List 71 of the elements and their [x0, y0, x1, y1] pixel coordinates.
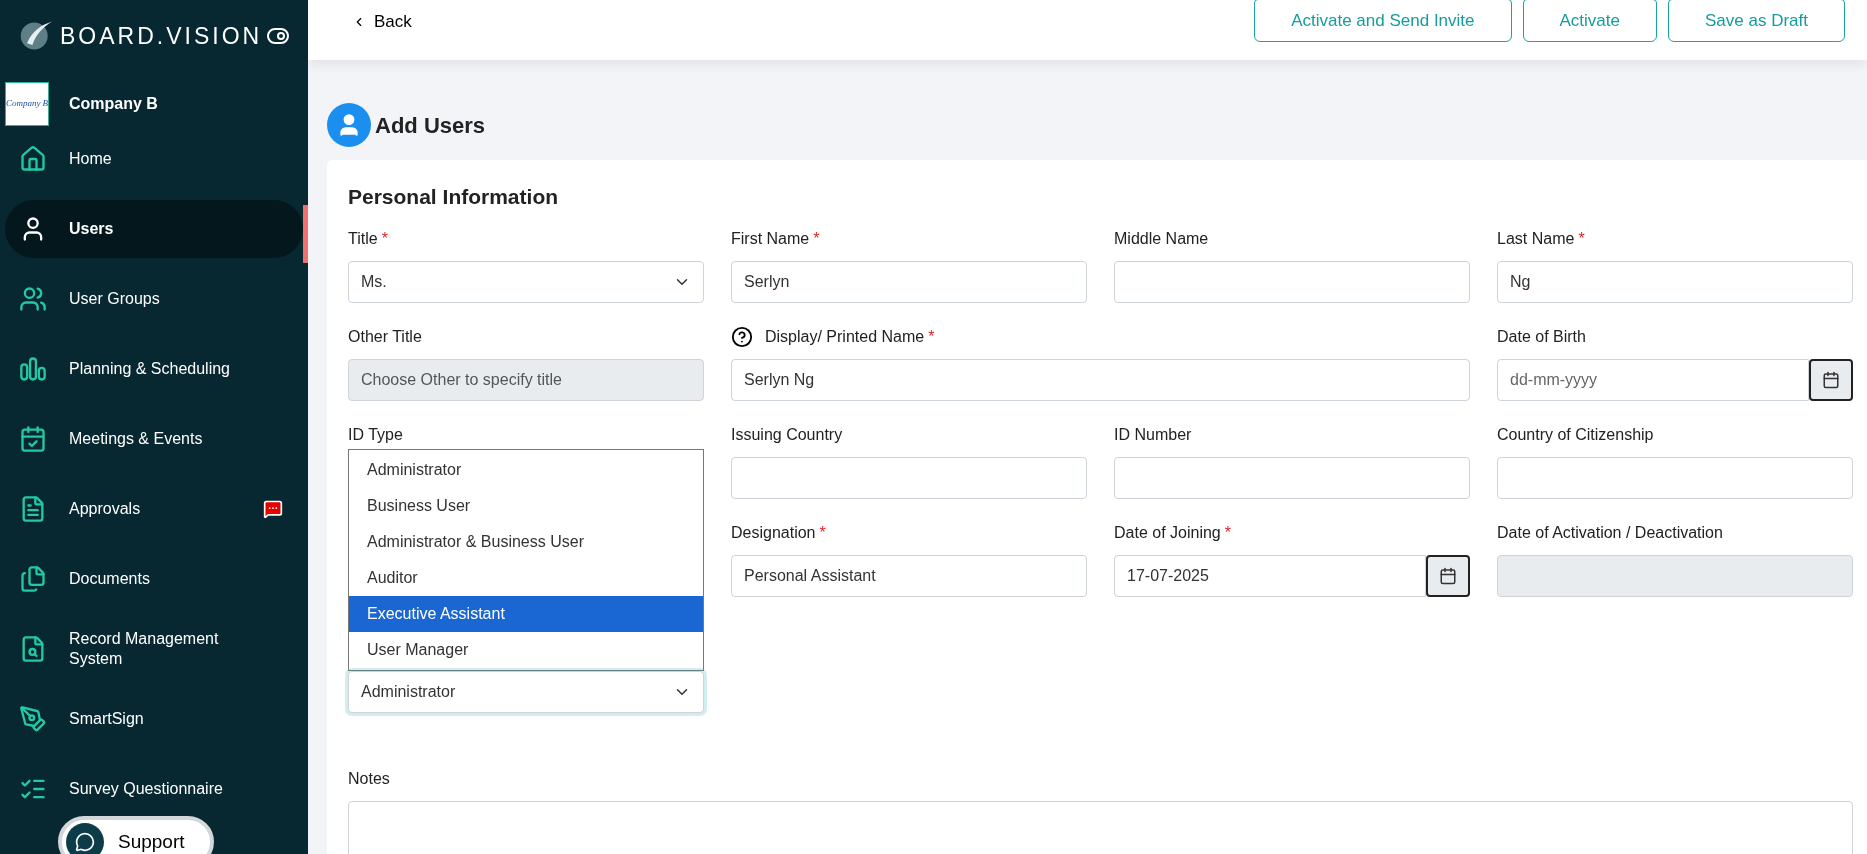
nav-item[interactable]: Home — [5, 139, 303, 179]
dropdown-option[interactable]: Administrator — [349, 452, 703, 488]
nav-item[interactable]: Planning & Scheduling — [5, 349, 303, 389]
field-label: Issuing Country — [731, 425, 843, 445]
nav-item[interactable]: Survey Questionnaire — [5, 769, 303, 809]
bars-icon — [19, 355, 47, 383]
field-label: Designation — [731, 523, 816, 543]
field-label: Date of Activation / Deactivation — [1497, 523, 1723, 543]
input-field[interactable]: Serlyn Ng — [731, 359, 1470, 401]
dropdown-option[interactable]: Auditor — [349, 560, 703, 596]
dropdown-option[interactable]: Executive Assistant — [349, 596, 703, 632]
input-field[interactable]: Ng — [1497, 261, 1853, 303]
input-field[interactable]: Serlyn — [731, 261, 1087, 303]
back-link[interactable]: Back — [352, 9, 412, 35]
field-label: ID Number — [1114, 425, 1192, 445]
pen-icon — [19, 705, 47, 733]
input-field[interactable] — [1114, 261, 1470, 303]
field-label: First Name — [731, 229, 810, 249]
documents-icon — [19, 565, 47, 593]
nav-item[interactable]: Users — [5, 200, 303, 258]
nav-item[interactable]: Approvals — [5, 489, 303, 529]
brand-name: BOARD.VISION — [60, 21, 263, 51]
users-icon — [19, 285, 47, 313]
field-label: Date of Joining — [1114, 523, 1221, 543]
required-mark: * — [819, 523, 826, 543]
required-mark: * — [813, 229, 820, 249]
required-mark: * — [928, 327, 935, 347]
field-label: Other Title — [348, 327, 422, 347]
nav-item[interactable]: SmartSign — [5, 699, 303, 739]
help-icon[interactable] — [731, 326, 753, 348]
calendar-button[interactable] — [1426, 555, 1470, 597]
nav-item[interactable]: Documents — [5, 559, 303, 599]
company-logo: Company B — [5, 82, 49, 126]
support-button[interactable]: Support — [58, 816, 214, 854]
dropdown-option[interactable]: Administrator & Business User — [349, 524, 703, 560]
field-label: Display/ Printed Name — [765, 327, 925, 347]
nav-item[interactable]: User Groups — [5, 279, 303, 319]
field-label: Middle Name — [1114, 229, 1209, 249]
field-label: Date of Birth — [1497, 327, 1586, 347]
select-field[interactable]: Administrator — [348, 671, 704, 713]
required-mark: * — [1224, 523, 1231, 543]
input-field[interactable] — [731, 457, 1087, 499]
field-label: Last Name — [1497, 229, 1575, 249]
home-icon — [19, 145, 47, 173]
calendar-icon — [1439, 567, 1457, 585]
notes-label: Notes — [348, 769, 391, 789]
page-title: Add Users — [375, 111, 486, 140]
required-mark: * — [1578, 229, 1585, 249]
chat-icon — [66, 823, 104, 854]
input-field[interactable] — [1114, 457, 1470, 499]
company-name: Company B — [69, 94, 158, 114]
field-label: Country of Citizenship — [1497, 425, 1654, 445]
dropdown-option[interactable]: User Manager — [349, 632, 703, 668]
input-field[interactable]: Personal Assistant — [731, 555, 1087, 597]
field-label: ID Type — [348, 425, 403, 445]
input-field[interactable]: Choose Other to specify title — [348, 359, 704, 401]
section-title: Personal Information — [348, 184, 560, 210]
nav-item[interactable]: Record Management System — [5, 629, 303, 669]
required-mark: * — [381, 229, 388, 249]
dropdown-option[interactable]: Business User — [349, 488, 703, 524]
date-field[interactable]: dd-mm-yyyy — [1497, 359, 1809, 401]
select-field[interactable]: Ms. — [348, 261, 704, 303]
date-field[interactable]: 17-07-2025 — [1114, 555, 1426, 597]
calendar-icon — [1822, 371, 1840, 389]
calendar-check-icon — [19, 425, 47, 453]
scroll-indicator — [303, 205, 308, 263]
user-avatar-icon — [327, 103, 371, 147]
field-label: Title — [348, 229, 378, 249]
calendar-button[interactable] — [1809, 359, 1853, 401]
nav-item[interactable]: Meetings & Events — [5, 419, 303, 459]
input-field[interactable] — [1497, 457, 1853, 499]
